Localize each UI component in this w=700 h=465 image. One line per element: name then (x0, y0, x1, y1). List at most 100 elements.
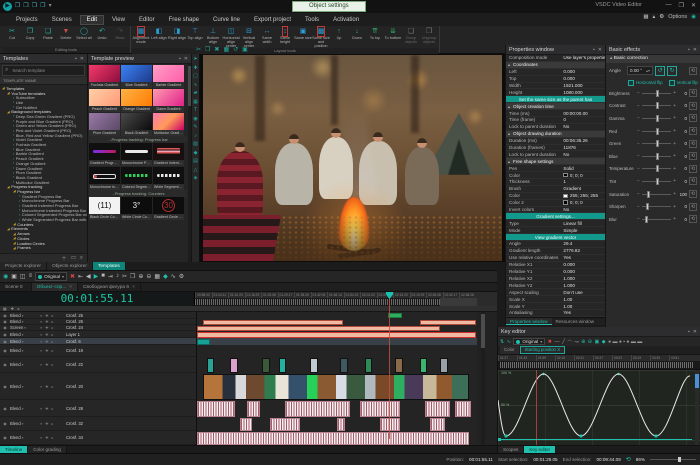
decrease-icon[interactable]: − (637, 204, 640, 210)
close-icon[interactable]: ✕ (693, 329, 697, 335)
property-value[interactable]: 1 (563, 179, 605, 184)
track-visibility-icon[interactable] (0, 332, 10, 337)
tree-item[interactable]: Frames (0, 245, 87, 250)
timeline-tool-icon[interactable]: ⊕ (138, 273, 143, 280)
timeline-tool-icon[interactable]: ∿ (171, 273, 176, 280)
reset-effect-icon[interactable] (689, 101, 697, 110)
menu-item[interactable]: Tools (299, 16, 325, 24)
track-header-row[interactable]: Blend Crosf. 6 (0, 338, 196, 345)
preview-canvas[interactable] (200, 54, 505, 262)
track-name[interactable]: Crosf. 25 (66, 313, 196, 318)
timeline-clip[interactable] (440, 357, 448, 373)
track-header-row[interactable]: Blend Crosf. 22 (0, 357, 196, 373)
timeline-clip[interactable] (395, 357, 403, 373)
pin-icon[interactable]: ▪ (179, 56, 181, 62)
close-icon[interactable]: ✕ (184, 56, 188, 62)
tool-icon[interactable]: ◆ (194, 150, 198, 156)
property-value[interactable]: No (563, 207, 605, 212)
template-card[interactable]: Blue Gradient (121, 65, 152, 88)
track-visibility-icon[interactable] (0, 435, 10, 440)
blend-mode-select[interactable]: Screen (10, 325, 40, 330)
explorer-tab[interactable]: Objects explorer (47, 262, 93, 270)
animation-curve-area[interactable]: 100 % 50 % + − (498, 369, 700, 445)
slider-handle[interactable] (655, 127, 659, 135)
timeline-tool-icon[interactable]: ◫ (20, 273, 26, 280)
preview-scrollbar[interactable] (188, 64, 191, 262)
tool-icon[interactable]: ◈ (194, 176, 198, 181)
property-row[interactable]: Free shape settings (506, 158, 605, 166)
menu-item[interactable]: Curve line (207, 16, 246, 24)
increase-icon[interactable]: + (673, 128, 676, 134)
timeline-clip[interactable] (455, 400, 471, 417)
slider-handle[interactable] (655, 114, 659, 122)
export-icon[interactable]: ❒ (40, 2, 45, 11)
key-editor-tool-icon[interactable]: ● ▬ ● ▪ ● ▬ ▬ (608, 339, 642, 345)
effect-slider[interactable] (641, 152, 672, 160)
ribbon-button[interactable]: ❑ Group objects (402, 26, 420, 48)
track-option-icons[interactable] (40, 348, 66, 353)
property-row[interactable]: Time (frame) 0 (506, 117, 605, 124)
property-row[interactable]: Time (ms) 00:00:00.00 (506, 110, 605, 118)
property-row[interactable]: Duration (ms) 00:06:35.26 (506, 137, 605, 145)
blend-mode-select[interactable]: Blend (10, 384, 40, 389)
scene-tab[interactable]: Scene 0 (0, 283, 32, 291)
blend-mode-select[interactable]: Blend (10, 435, 40, 440)
tree-item[interactable]: Blue, Red and Yellow Gradient (PRO) (0, 133, 87, 138)
blend-mode-select[interactable]: Blend (10, 421, 40, 426)
track-name[interactable]: Crosf. 20 (66, 384, 196, 389)
timeline-tool-icon[interactable]: ⇤ (78, 273, 83, 280)
key-editor-tool-icon[interactable]: ∿ (507, 339, 511, 345)
property-value[interactable]: 1080.000 (563, 90, 605, 95)
property-value[interactable]: Solid (563, 166, 605, 171)
ribbon-button[interactable]: ❏ Paste (39, 26, 57, 47)
timeline-tool-icon[interactable]: ❐ (130, 273, 135, 280)
slider-handle[interactable] (644, 215, 648, 223)
property-value[interactable]: 255; 255; 255 (563, 193, 605, 198)
track-visibility-icon[interactable] (0, 362, 10, 367)
ribbon-button[interactable]: ↓ Down (348, 26, 366, 48)
property-value[interactable]: 0; 0; 0 (563, 173, 605, 178)
timeline-tool-icon[interactable]: ◆ (163, 273, 168, 280)
key-editor-playhead[interactable] (536, 370, 537, 445)
template-card[interactable]: Multicolor Gradient (153, 113, 184, 136)
scope-tab[interactable]: Key editor (524, 446, 557, 453)
ribbon-button[interactable]: ✂ Cut (3, 26, 21, 47)
menu-item[interactable]: Projects (10, 16, 44, 24)
track-header-row[interactable]: Blend Crosf. 34 (0, 431, 196, 445)
scene-tool-icon[interactable]: ▣ (242, 46, 248, 53)
tool-icon[interactable]: ✎ (193, 125, 197, 130)
track-name[interactable]: Crosf. 22 (66, 362, 196, 367)
timeline-clip[interactable]: 1 (420, 319, 476, 325)
property-row[interactable]: Duration (frames) 11876 (506, 144, 605, 152)
property-row[interactable]: Object drawing duration (506, 130, 605, 138)
template-card[interactable]: (11) Black Circle Countdown (89, 197, 120, 220)
slider-handle[interactable] (655, 89, 659, 97)
track-option-icons[interactable] (40, 362, 66, 367)
blend-mode-select[interactable]: Blend (10, 313, 40, 318)
increase-icon[interactable]: + (673, 191, 676, 197)
timeline-clip[interactable] (337, 417, 345, 431)
scene-tool-icon[interactable]: ▦ (223, 46, 229, 53)
tool-icon[interactable]: ▦ (193, 99, 198, 105)
property-row[interactable]: Scale X 1.00 (506, 296, 605, 304)
property-row[interactable]: Coordinates (506, 61, 605, 69)
increase-icon[interactable]: + (673, 115, 676, 121)
track-visibility-icon[interactable] (0, 348, 10, 353)
property-row[interactable]: Composition mode Use layer's properties (506, 55, 605, 62)
gear-icon[interactable]: ⚙ (659, 14, 664, 20)
timeline-clip[interactable] (340, 357, 348, 373)
track-header-row[interactable]: Blend Crosf. 19 (0, 345, 196, 357)
track-option-icons[interactable] (40, 325, 66, 330)
property-value[interactable]: 00:00:00.00 (563, 111, 605, 116)
menu-item[interactable]: Scenes (46, 16, 78, 24)
track-header-row[interactable]: Blend Crosf. 20 (0, 373, 196, 400)
property-row[interactable]: View gradient vector (506, 234, 605, 242)
reset-effect-icon[interactable] (689, 164, 697, 173)
effect-slider[interactable] (641, 165, 672, 173)
pin-icon[interactable]: ▪ (688, 329, 690, 335)
timeline-clip[interactable]: 3 (197, 325, 440, 331)
increase-icon[interactable]: + (673, 216, 676, 222)
property-row[interactable]: Top 0.000 (506, 75, 605, 83)
ribbon-button[interactable]: ↶ Undo (93, 26, 111, 47)
property-value[interactable]: Don't use (563, 290, 605, 295)
